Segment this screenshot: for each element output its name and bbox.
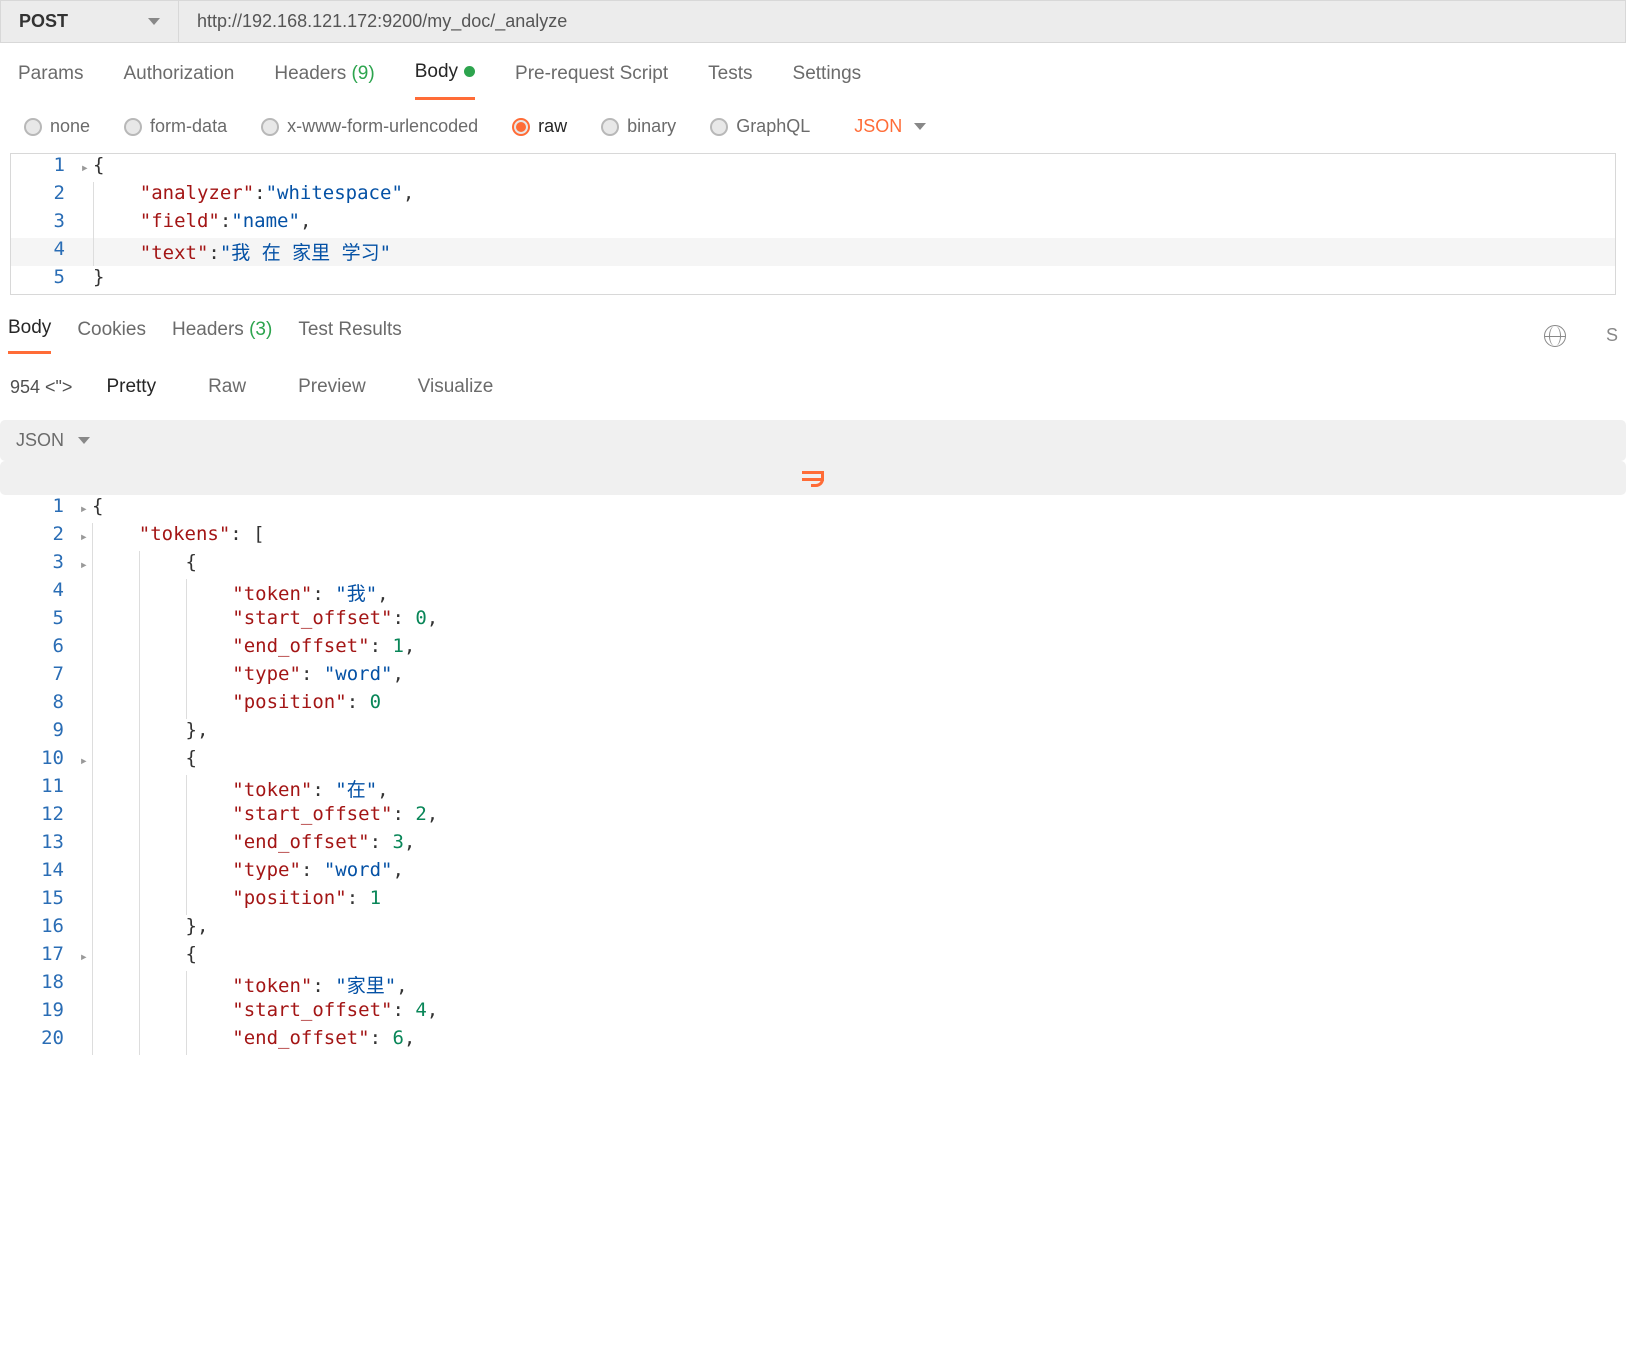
request-body-editor[interactable]: 1▸{ 2 "analyzer":"whitespace", 3 "field"…: [10, 153, 1616, 295]
wrap-icon: [802, 469, 824, 487]
chevron-down-icon: [148, 18, 160, 25]
url-input[interactable]: [179, 1, 1625, 42]
tab-authorization[interactable]: Authorization: [123, 63, 234, 99]
radio-formdata[interactable]: form-data: [124, 116, 227, 137]
response-headers-count: (3): [249, 319, 272, 340]
status-text: S: [1606, 325, 1618, 346]
radio-urlencoded[interactable]: x-www-form-urlencoded: [261, 116, 478, 137]
wrap-lines-button[interactable]: [0, 461, 1626, 495]
view-raw[interactable]: Raw: [190, 368, 264, 406]
method-label: POST: [19, 11, 68, 32]
tab-settings[interactable]: Settings: [793, 63, 862, 99]
chevron-down-icon: [78, 437, 90, 444]
view-preview[interactable]: Preview: [280, 368, 384, 406]
radio-none[interactable]: none: [24, 116, 90, 137]
radio-graphql[interactable]: GraphQL: [710, 116, 810, 137]
body-format-select[interactable]: JSON: [854, 116, 926, 137]
radio-icon: [261, 118, 279, 136]
chevron-down-icon: [914, 123, 926, 130]
radio-binary[interactable]: binary: [601, 116, 676, 137]
response-tab-body[interactable]: Body: [8, 317, 51, 354]
response-body-editor[interactable]: 1▸{ 2▸ "tokens": [ 3▸ { 4 "token": "我", …: [10, 495, 1616, 1055]
http-method-select[interactable]: POST: [1, 1, 179, 42]
response-format-select[interactable]: JSON: [0, 420, 1626, 461]
view-visualize[interactable]: Visualize: [400, 368, 512, 406]
radio-icon: [601, 118, 619, 136]
tab-body[interactable]: Body: [415, 61, 475, 100]
response-tab-headers[interactable]: Headers (3): [172, 319, 272, 353]
response-tab-cookies[interactable]: Cookies: [77, 319, 146, 353]
radio-raw[interactable]: raw: [512, 116, 567, 137]
globe-icon[interactable]: [1544, 325, 1566, 347]
dot-indicator-icon: [464, 66, 475, 77]
response-tab-tests[interactable]: Test Results: [298, 319, 401, 353]
radio-icon: [710, 118, 728, 136]
tab-params[interactable]: Params: [18, 63, 83, 99]
view-pretty[interactable]: Pretty: [88, 368, 174, 406]
radio-icon: [124, 118, 142, 136]
headers-count: (9): [351, 63, 374, 84]
radio-icon: [24, 118, 42, 136]
tab-tests[interactable]: Tests: [708, 63, 752, 99]
radio-selected-icon: [512, 118, 530, 136]
tab-headers[interactable]: Headers (9): [274, 63, 374, 99]
tab-prerequest[interactable]: Pre-request Script: [515, 63, 668, 99]
